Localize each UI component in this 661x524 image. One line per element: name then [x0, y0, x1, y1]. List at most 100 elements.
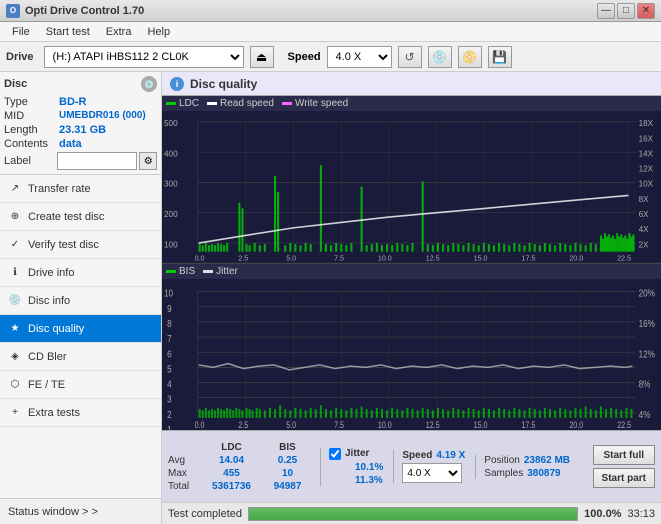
sidebar-item-label: Extra tests — [28, 407, 80, 419]
sidebar-item-cd-bler[interactable]: ◈ CD Bler — [0, 343, 161, 371]
disc-title: Disc — [4, 78, 27, 90]
position-value: 23862 MB — [524, 455, 570, 466]
svg-text:20.0: 20.0 — [569, 253, 583, 262]
svg-text:16X: 16X — [639, 133, 654, 143]
disc-length-value: 23.31 GB — [59, 124, 106, 136]
menu-extra[interactable]: Extra — [98, 24, 140, 40]
drive-info-icon: ℹ — [8, 266, 22, 280]
disc-label-input[interactable] — [57, 152, 137, 170]
speed-select-right[interactable]: 4.0 X — [402, 463, 462, 483]
sidebar-item-extra-tests[interactable]: + Extra tests — [0, 399, 161, 427]
svg-text:5.0: 5.0 — [286, 420, 296, 430]
sidebar-item-disc-quality[interactable]: ★ Disc quality — [0, 315, 161, 343]
avg-speed-value: 4.19 X — [436, 450, 465, 461]
svg-text:16%: 16% — [639, 318, 655, 329]
start-full-button[interactable]: Start full — [593, 445, 655, 465]
status-text: Test completed — [168, 508, 242, 520]
read-speed-legend-item: Read speed — [207, 98, 274, 109]
svg-text:10.0: 10.0 — [378, 253, 392, 262]
disc-quality-title: Disc quality — [190, 77, 257, 91]
svg-text:12X: 12X — [639, 163, 654, 173]
jitter-legend-label: Jitter — [216, 266, 238, 277]
svg-text:500: 500 — [164, 118, 178, 128]
svg-text:4: 4 — [167, 378, 172, 389]
disc-mid-field: MID UMEBDR016 (000) — [4, 110, 157, 122]
svg-text:8%: 8% — [639, 378, 651, 389]
sidebar-item-fe-te[interactable]: ⬡ FE / TE — [0, 371, 161, 399]
total-bis-value: 94987 — [265, 481, 310, 492]
maximize-button[interactable]: □ — [617, 3, 635, 19]
start-part-button[interactable]: Start part — [593, 468, 655, 488]
bis-chart-wrapper: BIS Jitter — [162, 264, 661, 431]
avg-bis-value: 0.25 — [265, 455, 310, 466]
ldc-legend-item: LDC — [166, 98, 199, 109]
eject-button[interactable]: ⏏ — [250, 46, 274, 68]
jitter-legend-dot — [203, 270, 213, 273]
svg-text:20.0: 20.0 — [569, 420, 583, 430]
disc-info-icon: 💿 — [8, 294, 22, 308]
menu-help[interactable]: Help — [139, 24, 178, 40]
ldc-legend-dot — [166, 102, 176, 105]
app-icon: O — [6, 4, 20, 18]
disc-length-label: Length — [4, 124, 59, 136]
menu-start-test[interactable]: Start test — [38, 24, 98, 40]
disc-mid-label: MID — [4, 110, 59, 122]
write-speed-legend-item: Write speed — [282, 98, 348, 109]
disc-quality-icon: ★ — [8, 322, 22, 336]
disc-length-field: Length 23.31 GB — [4, 124, 157, 136]
status-window-button[interactable]: Status window > > — [0, 498, 161, 524]
position-stats: Position 23862 MB Samples 380879 — [475, 455, 570, 479]
title-bar-buttons: — □ ✕ — [597, 3, 655, 19]
svg-text:6X: 6X — [639, 209, 649, 219]
svg-text:6: 6 — [167, 348, 172, 359]
svg-text:0.0: 0.0 — [195, 420, 205, 430]
sidebar-item-verify-test-disc[interactable]: ✓ Verify test disc — [0, 231, 161, 259]
create-test-disc-icon: ⊕ — [8, 210, 22, 224]
speed-select[interactable]: 4.0 X — [327, 46, 392, 68]
svg-text:400: 400 — [164, 148, 178, 158]
drive-select[interactable]: (H:) ATAPI iHBS112 2 CL0K — [44, 46, 244, 68]
refresh-button[interactable]: ↺ — [398, 46, 422, 68]
sidebar-item-label: FE / TE — [28, 379, 65, 391]
samples-value: 380879 — [527, 468, 560, 479]
sidebar-item-label: CD Bler — [28, 351, 67, 363]
jitter-legend-item: Jitter — [203, 266, 238, 277]
verify-test-disc-icon: ✓ — [8, 238, 22, 252]
minimize-button[interactable]: — — [597, 3, 615, 19]
jitter-checkbox[interactable] — [329, 448, 341, 460]
sidebar-item-label: Disc info — [28, 295, 70, 307]
svg-text:15.0: 15.0 — [474, 420, 488, 430]
sidebar-item-drive-info[interactable]: ℹ Drive info — [0, 259, 161, 287]
disc-button1[interactable]: 💿 — [428, 46, 452, 68]
save-button[interactable]: 💾 — [488, 46, 512, 68]
drive-label: Drive — [6, 51, 34, 63]
title-bar: O Opti Drive Control 1.70 — □ ✕ — [0, 0, 661, 22]
sidebar: Disc 💿 Type BD-R MID UMEBDR016 (000) Len… — [0, 72, 162, 524]
ldc-legend-label: LDC — [179, 98, 199, 109]
svg-text:10.0: 10.0 — [378, 420, 392, 430]
svg-text:100: 100 — [164, 239, 178, 249]
sidebar-item-transfer-rate[interactable]: ↗ Transfer rate — [0, 175, 161, 203]
svg-text:0.0: 0.0 — [195, 253, 205, 262]
sidebar-item-disc-info[interactable]: 💿 Disc info — [0, 287, 161, 315]
svg-text:5: 5 — [167, 363, 172, 374]
sidebar-item-label: Verify test disc — [28, 239, 99, 251]
sidebar-item-label: Disc quality — [28, 323, 84, 335]
disc-label-row: Label ⚙ — [4, 152, 157, 170]
disc-label-icon-btn[interactable]: ⚙ — [139, 152, 157, 170]
svg-text:5.0: 5.0 — [286, 253, 296, 262]
sidebar-item-create-test-disc[interactable]: ⊕ Create test disc — [0, 203, 161, 231]
disc-button2[interactable]: 📀 — [458, 46, 482, 68]
svg-text:10X: 10X — [639, 179, 654, 189]
disc-type-field: Type BD-R — [4, 96, 157, 108]
avg-jitter-value: 10.1% — [355, 462, 383, 473]
cd-bler-icon: ◈ — [8, 350, 22, 364]
disc-icon: 💿 — [141, 76, 157, 92]
svg-text:8: 8 — [167, 318, 172, 329]
menu-file[interactable]: File — [4, 24, 38, 40]
svg-text:14X: 14X — [639, 148, 654, 158]
svg-text:15.0: 15.0 — [474, 253, 488, 262]
close-button[interactable]: ✕ — [637, 3, 655, 19]
bis-header: BIS — [265, 442, 310, 453]
svg-text:22.5: 22.5 — [617, 420, 631, 430]
